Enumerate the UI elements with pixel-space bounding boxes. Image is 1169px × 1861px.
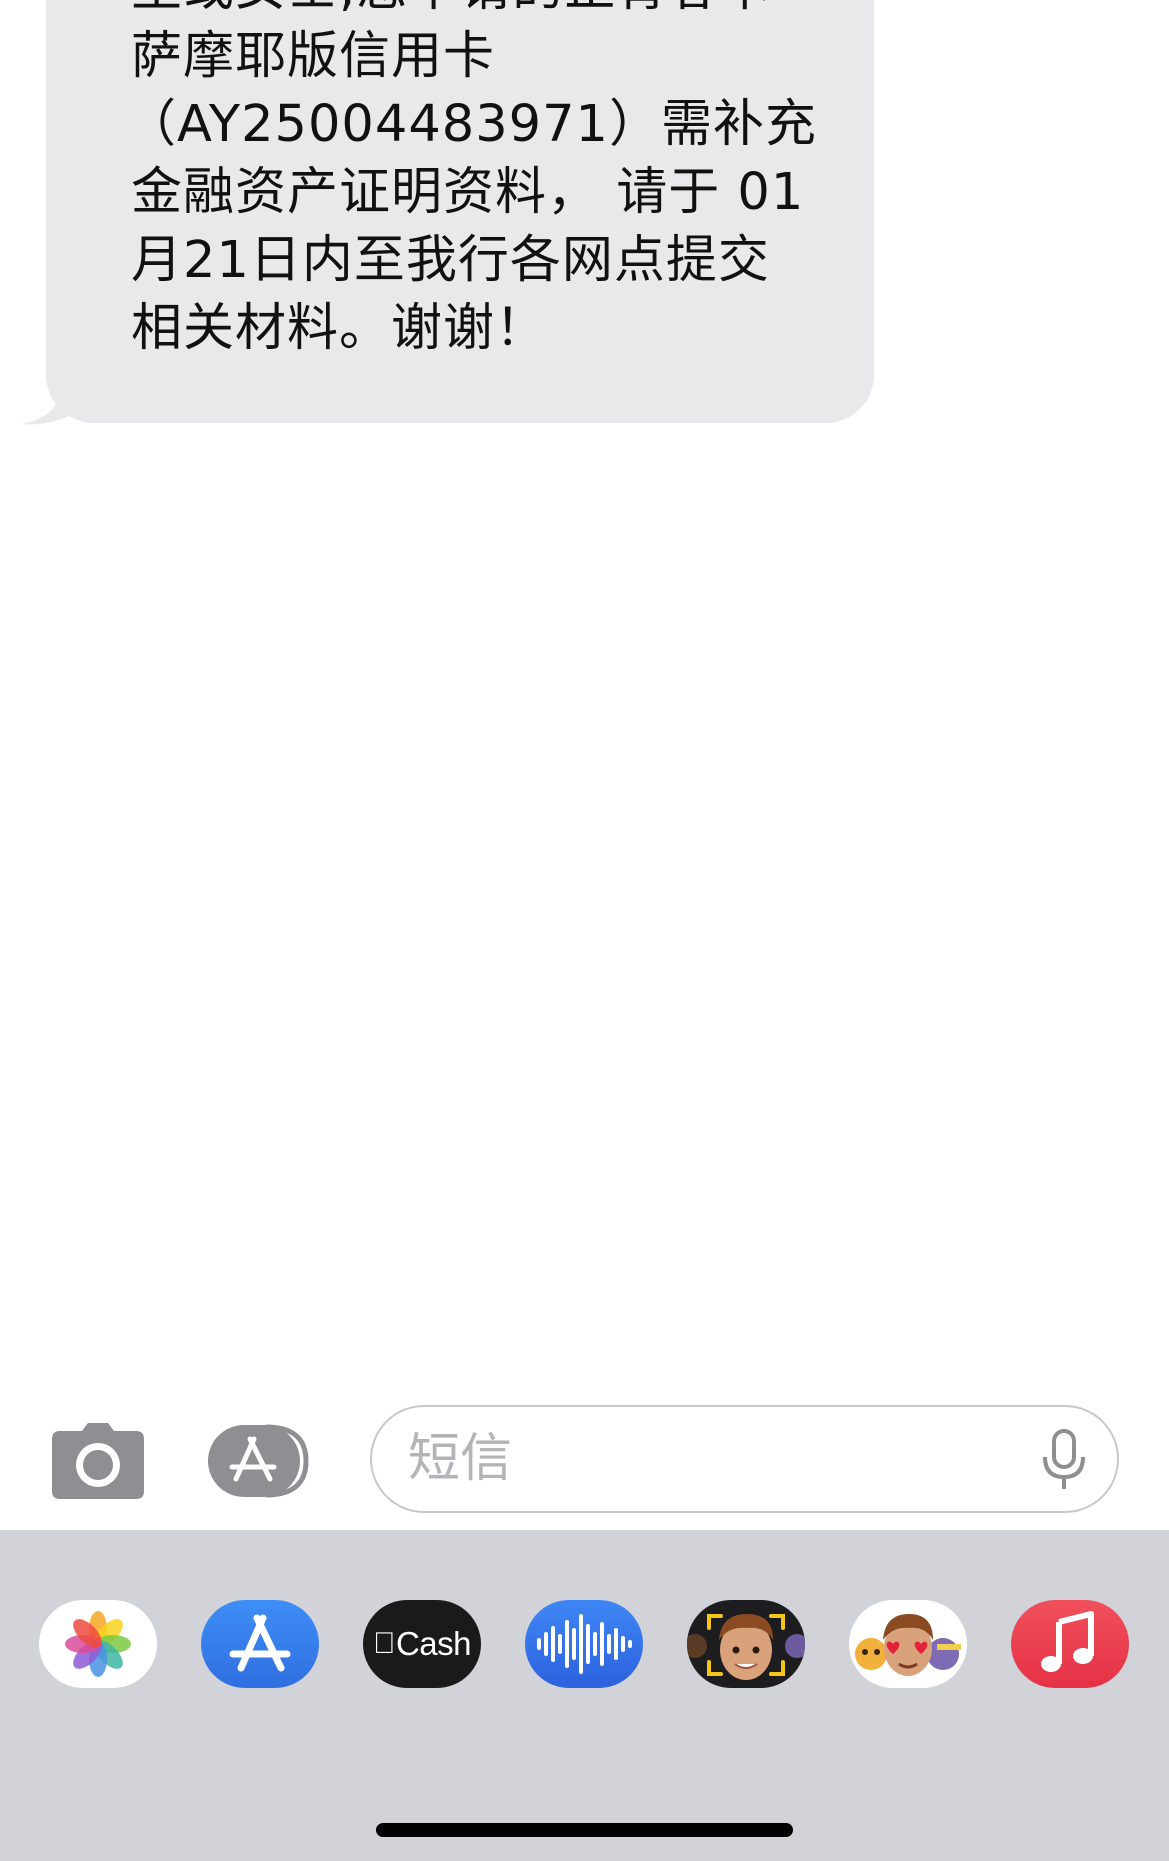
conversation-area[interactable]: 生或女士,您申请的正青春卡 萨摩耶版信用卡 （AY25004483971）需补充… <box>0 0 1169 1395</box>
message-line: 生或女士,您申请的正青春卡 <box>131 0 772 23</box>
memoji-stickers-icon <box>855 1614 961 1676</box>
camera-icon <box>52 1423 144 1499</box>
app-store-icon <box>229 1614 291 1672</box>
apple-cash-app-button[interactable]: Cash <box>363 1600 481 1688</box>
message-line: 相关材料。谢谢！ <box>131 299 548 358</box>
message-line: 金融资产证明资料， 请于 01 <box>131 163 805 222</box>
app-store-icon <box>208 1424 309 1498</box>
apps-button[interactable] <box>206 1423 318 1499</box>
app-store-app-button[interactable] <box>201 1600 319 1688</box>
music-note-icon <box>1041 1611 1094 1672</box>
waveform-icon <box>537 1614 632 1674</box>
apple-cash-icon: Cash <box>363 1600 481 1688</box>
microphone-icon <box>1043 1429 1085 1489</box>
dictation-button[interactable] <box>1041 1429 1087 1493</box>
home-indicator[interactable] <box>376 1823 793 1837</box>
photos-icon <box>65 1611 131 1677</box>
incoming-message-bubble[interactable]: 生或女士,您申请的正青春卡 萨摩耶版信用卡 （AY25004483971）需补充… <box>46 0 874 423</box>
message-line: 月21日内至我行各网点提交 <box>131 231 770 290</box>
memoji-icon <box>687 1614 805 1680</box>
camera-button[interactable] <box>52 1423 144 1499</box>
memoji-stickers-app-button[interactable] <box>849 1600 967 1688</box>
message-input-field[interactable] <box>370 1405 1119 1513</box>
memoji-app-button[interactable] <box>687 1600 805 1688</box>
message-line: 萨摩耶版信用卡 <box>131 27 496 86</box>
message-line: （AY25004483971）需补充 <box>125 95 818 154</box>
compose-bar <box>0 1395 1169 1530</box>
music-app-button[interactable] <box>1011 1600 1129 1688</box>
message-input[interactable] <box>408 1407 988 1511</box>
photos-app-button[interactable] <box>39 1600 157 1688</box>
audio-message-app-button[interactable] <box>525 1600 643 1688</box>
apple-cash-label: Cash <box>384 1625 472 1662</box>
imessage-app-drawer: Cash <box>0 1530 1169 1861</box>
